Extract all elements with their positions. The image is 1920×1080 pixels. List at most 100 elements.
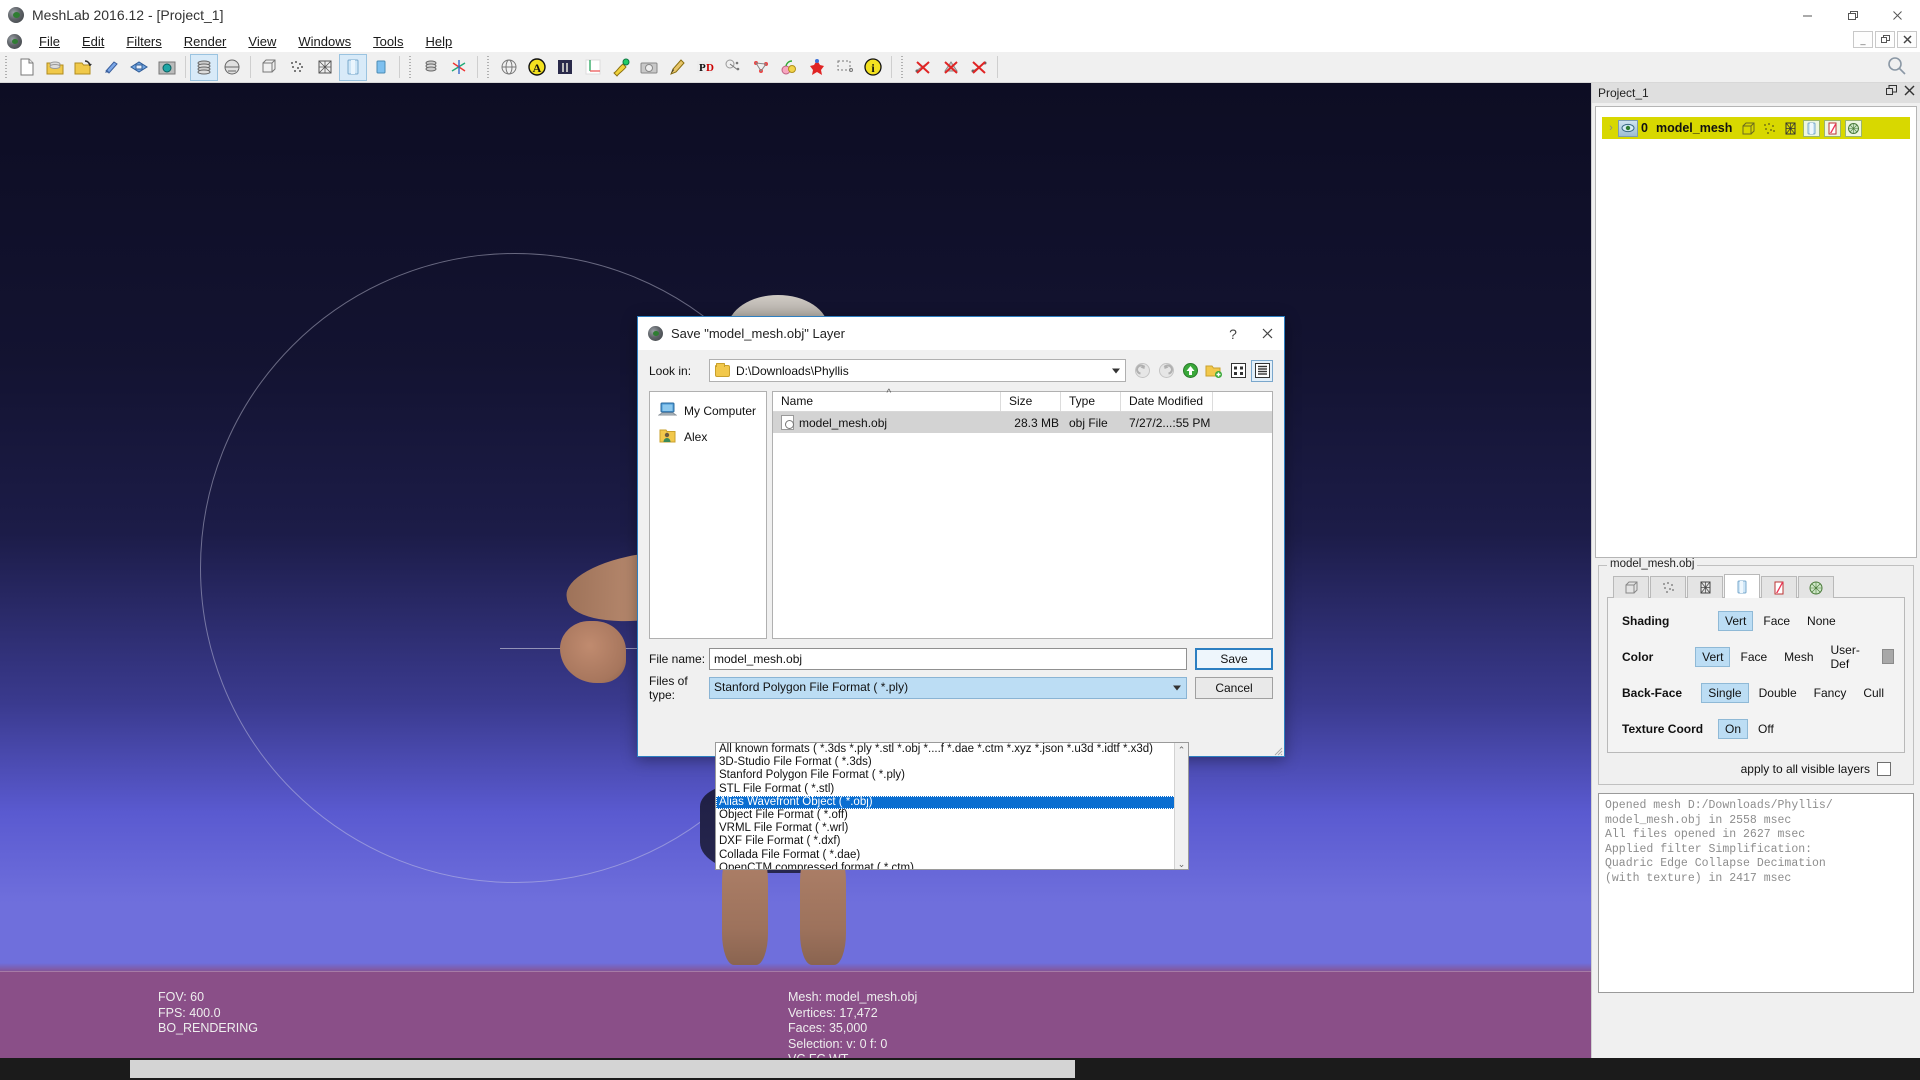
shading-option-face[interactable]: Face [1756, 611, 1797, 631]
flat-shading-icon[interactable] [1803, 120, 1820, 137]
texture-icon[interactable] [1845, 120, 1862, 137]
tab-flat-shading[interactable] [1761, 576, 1797, 598]
tab-solid-render[interactable] [1724, 574, 1760, 598]
back-face-option-fancy[interactable]: Fancy [1807, 683, 1854, 703]
smooth-shading-icon[interactable] [367, 54, 395, 81]
dropdown-scrollbar[interactable]: ⌃ ⌄ [1174, 743, 1188, 870]
layer-row[interactable]: › 0 model_mesh [1602, 117, 1910, 139]
info-icon[interactable]: i [859, 54, 887, 81]
save-button[interactable]: Save [1195, 648, 1273, 670]
delete-selected-faces-icon[interactable] [937, 54, 965, 81]
snapshot-icon[interactable] [153, 54, 181, 81]
file-name-input[interactable] [709, 648, 1187, 670]
menu-item-help[interactable]: Help [414, 32, 463, 51]
color-option-mesh[interactable]: Mesh [1777, 647, 1820, 667]
column-header-size[interactable]: Size [1001, 392, 1061, 411]
dropdown-option[interactable]: 3D-Studio File Format ( *.3ds) [716, 756, 1188, 769]
expand-chevron-icon[interactable]: › [1604, 122, 1618, 134]
texture-coord-option-off[interactable]: Off [1751, 719, 1781, 739]
scroll-down-icon[interactable]: ⌄ [1175, 857, 1188, 870]
pdf-export-icon[interactable]: PD [691, 54, 719, 81]
show-layer-dialog-icon[interactable] [218, 54, 246, 81]
new-document-icon[interactable] [13, 54, 41, 81]
open-project-icon[interactable] [41, 54, 69, 81]
forward-icon[interactable] [1155, 360, 1177, 382]
paint-icon[interactable] [607, 54, 635, 81]
files-of-type-dropdown[interactable]: All known formats ( *.3ds *.ply *.stl *.… [715, 742, 1189, 870]
column-header-type[interactable]: Type [1061, 392, 1121, 411]
tab-bounding-box[interactable] [1613, 576, 1649, 598]
restore-panel-icon[interactable] [1886, 85, 1897, 99]
menu-item-render[interactable]: Render [173, 32, 238, 51]
tab-points[interactable] [1650, 576, 1686, 598]
back-icon[interactable] [1131, 360, 1153, 382]
search-icon[interactable] [1886, 55, 1908, 77]
list-view-icon[interactable] [1227, 360, 1249, 382]
mdi-restore-icon[interactable] [1875, 31, 1895, 48]
scroll-up-icon[interactable]: ⌃ [1175, 743, 1188, 757]
chevron-down-icon[interactable] [1173, 685, 1181, 690]
open-mesh-icon[interactable] [69, 54, 97, 81]
taskbar-window-group[interactable] [130, 1060, 1075, 1078]
file-list[interactable]: ^ Name Size Type Date Modified [772, 391, 1273, 639]
dropdown-option[interactable]: Stanford Polygon File Format ( *.ply) [716, 769, 1188, 782]
color-option-face[interactable]: Face [1733, 647, 1774, 667]
column-header-name[interactable]: ^ Name [773, 392, 1001, 411]
minimize-icon[interactable] [1785, 0, 1830, 30]
points-icon[interactable] [1761, 120, 1778, 137]
toolbar-grip[interactable] [899, 56, 906, 78]
wireframe-icon[interactable] [311, 54, 339, 81]
back-face-option-cull[interactable]: Cull [1856, 683, 1891, 703]
dropdown-option[interactable]: DXF File Format ( *.dxf) [716, 835, 1188, 848]
layers-icon[interactable] [190, 54, 218, 81]
toolbar-grip[interactable] [485, 56, 492, 78]
delete-selected-vertices-icon[interactable] [965, 54, 993, 81]
color-option-vert[interactable]: Vert [1695, 647, 1730, 667]
measure-tool-icon[interactable] [551, 54, 579, 81]
back-face-option-double[interactable]: Double [1752, 683, 1804, 703]
dropdown-option[interactable]: STL File Format ( *.stl) [716, 783, 1188, 796]
apply-all-layers-row[interactable]: apply to all visible layers [1607, 762, 1891, 776]
points-icon[interactable] [283, 54, 311, 81]
shading-option-vert[interactable]: Vert [1718, 611, 1753, 631]
menu-item-tools[interactable]: Tools [362, 32, 414, 51]
pencil-icon[interactable] [663, 54, 691, 81]
apply-all-layers-checkbox[interactable] [1877, 762, 1891, 776]
parent-directory-icon[interactable] [1179, 360, 1201, 382]
shading-option-none[interactable]: None [1800, 611, 1843, 631]
reload-icon[interactable] [97, 54, 125, 81]
dropdown-option[interactable]: VRML File Format ( *.wrl) [716, 822, 1188, 835]
axis-tool-icon[interactable] [579, 54, 607, 81]
toolbar-grip[interactable] [3, 56, 10, 78]
texture-coord-option-on[interactable]: On [1718, 719, 1748, 739]
close-icon[interactable] [1250, 317, 1284, 350]
select-region-icon[interactable] [831, 54, 859, 81]
menu-item-view[interactable]: View [237, 32, 287, 51]
chevron-down-icon[interactable] [1112, 368, 1120, 373]
tab-texture[interactable] [1798, 576, 1834, 598]
toolbar-grip[interactable] [407, 56, 414, 78]
smooth-shading-icon[interactable] [1824, 120, 1841, 137]
menu-item-windows[interactable]: Windows [287, 32, 362, 51]
help-icon[interactable]: ? [1216, 317, 1250, 350]
place-my-computer[interactable]: My Computer [650, 398, 766, 424]
color-option-user-def[interactable]: User-Def [1824, 640, 1875, 674]
table-row[interactable]: model_mesh.obj 28.3 MB obj File 7/27/2..… [773, 412, 1272, 433]
clear-selection-icon[interactable] [909, 54, 937, 81]
files-of-type-combo[interactable]: Stanford Polygon File Format ( *.ply) [709, 677, 1187, 699]
point-cloud-icon[interactable] [719, 54, 747, 81]
color-swatch[interactable] [1882, 649, 1894, 664]
camera-icon[interactable] [635, 54, 663, 81]
wireframe-icon[interactable] [1782, 120, 1799, 137]
save-layer-dialog[interactable]: Save "model_mesh.obj" Layer ? Look in: D… [637, 316, 1285, 757]
new-folder-icon[interactable] [1203, 360, 1225, 382]
flat-lines-icon[interactable] [339, 54, 367, 81]
menu-item-edit[interactable]: Edit [71, 32, 115, 51]
save-project-icon[interactable] [125, 54, 153, 81]
bounding-box-icon[interactable] [1740, 120, 1757, 137]
detail-view-icon[interactable] [1251, 360, 1273, 382]
maximize-icon[interactable] [1830, 0, 1875, 30]
dropdown-option[interactable]: Collada File Format ( *.dae) [716, 849, 1188, 862]
axis-icon[interactable] [445, 54, 473, 81]
dropdown-option[interactable]: Object File Format ( *.off) [716, 809, 1188, 822]
